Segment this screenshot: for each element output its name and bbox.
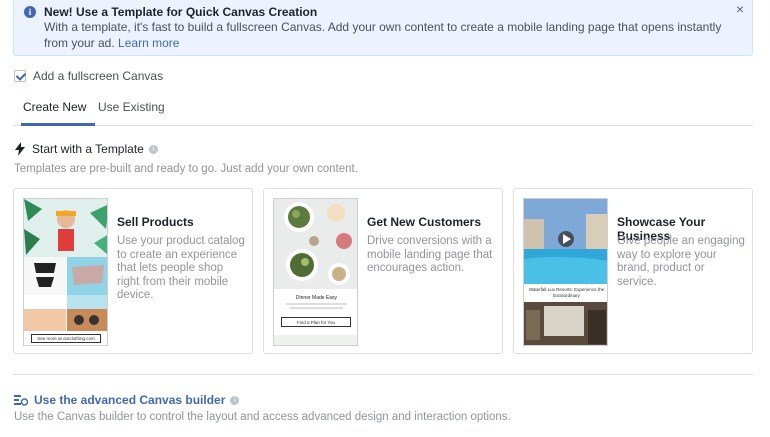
- thumb-footer-image: [274, 335, 357, 345]
- help-icon[interactable]: i: [230, 395, 240, 405]
- interior-image: [524, 302, 607, 345]
- get-new-customers-thumbnail: Dinner Made Easy Find a Plan for You: [273, 198, 358, 346]
- tab-use-existing[interactable]: Use Existing: [98, 100, 165, 114]
- lightning-bolt-icon: [15, 142, 25, 156]
- fullscreen-canvas-checkbox-row[interactable]: Add a fullscreen Canvas: [14, 69, 163, 83]
- sell-products-thumbnail: See more at ourclothing.com: [23, 198, 108, 346]
- thumb-caption: Waterfall Lux Resorts: Experience the Ex…: [528, 287, 605, 298]
- card-title-get-new-customers: Get New Customers: [367, 215, 482, 229]
- thumb-see-more-button: See more at ourclothing.com: [31, 334, 101, 343]
- template-section-header: Start with a Template i: [14, 142, 158, 156]
- help-icon[interactable]: i: [148, 144, 158, 154]
- showcase-business-thumbnail: Waterfall Lux Resorts: Experience the Ex…: [523, 198, 608, 346]
- advanced-builder-link[interactable]: Use the advanced Canvas builder: [34, 393, 225, 407]
- tab-bar: Create New Use Existing: [13, 90, 753, 126]
- thumb-find-plan-button: Find a Plan for You: [281, 317, 351, 327]
- thumb-text-line: [290, 307, 343, 309]
- food-image: [274, 199, 357, 289]
- fullscreen-canvas-checkbox[interactable]: [14, 70, 26, 82]
- banner-body: With a template, it's fast to build a fu…: [44, 19, 734, 51]
- info-banner: i New! Use a Template for Quick Canvas C…: [13, 0, 753, 56]
- template-card-sell-products[interactable]: See more at ourclothing.com Sell Product…: [13, 188, 253, 354]
- card-title-sell-products: Sell Products: [117, 215, 194, 229]
- advanced-builder-subtitle: Use the Canvas builder to control the la…: [14, 411, 511, 423]
- thumb-text-line: [286, 303, 347, 305]
- advanced-builder-row[interactable]: Use the advanced Canvas builder i: [14, 393, 240, 407]
- thumb-heading: Dinner Made Easy: [295, 295, 338, 301]
- product-collage-image: [24, 199, 107, 331]
- template-card-get-new-customers[interactable]: Dinner Made Easy Find a Plan for You Get…: [263, 188, 503, 354]
- tab-create-new[interactable]: Create New: [23, 100, 86, 114]
- checkbox-label: Add a fullscreen Canvas: [33, 69, 164, 83]
- close-icon[interactable]: ×: [736, 1, 744, 17]
- canvas-builder-icon: [14, 395, 28, 406]
- card-desc-showcase-business: Give people an engaging way to explore y…: [617, 235, 745, 288]
- template-section-subtitle: Templates are pre-built and ready to go.…: [14, 163, 358, 175]
- section-divider: [13, 374, 753, 375]
- resort-image: [524, 199, 607, 284]
- template-card-showcase-business[interactable]: Waterfall Lux Resorts: Experience the Ex…: [513, 188, 753, 354]
- card-desc-get-new-customers: Drive conversions with a mobile landing …: [367, 235, 493, 274]
- learn-more-link[interactable]: Learn more: [118, 36, 179, 50]
- card-desc-sell-products: Use your product catalog to create an ex…: [117, 235, 245, 301]
- info-icon: i: [24, 6, 36, 18]
- active-tab-indicator: [21, 123, 95, 126]
- banner-title: New! Use a Template for Quick Canvas Cre…: [44, 5, 318, 19]
- template-section-title: Start with a Template: [32, 142, 144, 156]
